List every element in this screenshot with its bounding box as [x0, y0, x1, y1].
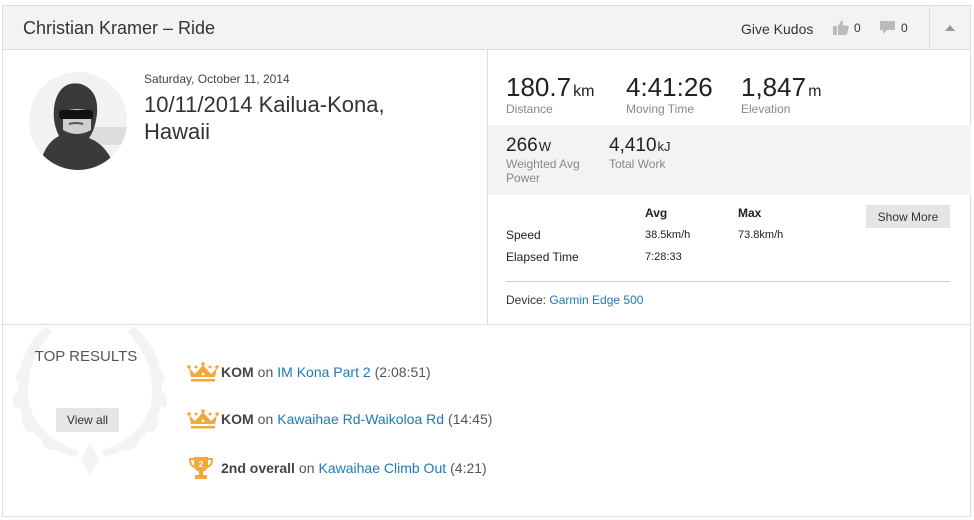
- stat-weighted-power: 266W Weighted Avg Power: [506, 135, 596, 185]
- kudos-count: 0: [854, 20, 861, 35]
- device-info: Device: Garmin Edge 500: [506, 293, 643, 307]
- trophy-icon: 2: [187, 456, 221, 480]
- speed-max: 73.8km/h: [738, 229, 784, 241]
- activity-card: Christian Kramer – Ride Give Kudos 0 0 S…: [2, 5, 971, 517]
- col-header-max: Max: [738, 206, 762, 220]
- show-more-button[interactable]: Show More: [866, 205, 950, 228]
- speed-label: Speed: [506, 228, 541, 242]
- device-link[interactable]: Garmin Edge 500: [549, 293, 643, 307]
- comment-count-button[interactable]: 0: [879, 20, 908, 35]
- work-unit: kJ: [657, 139, 671, 154]
- comment-icon: [880, 21, 895, 34]
- segment-time: (4:21): [450, 460, 487, 476]
- stat-total-work: 4,410kJ Total Work: [609, 135, 671, 171]
- result-item: 2 2nd overall on Kawaihae Climb Out (4:2…: [187, 456, 487, 480]
- segment-link[interactable]: IM Kona Part 2: [277, 364, 370, 380]
- on-text: on: [257, 411, 274, 427]
- power-unit: W: [538, 139, 551, 154]
- activity-date: Saturday, October 11, 2014: [144, 72, 290, 86]
- segment-link[interactable]: Kawaihae Rd-Waikoloa Rd: [277, 411, 444, 427]
- elevation-label: Elevation: [741, 102, 791, 116]
- result-item: KOM on IM Kona Part 2 (2:08:51): [187, 362, 431, 382]
- elapsed-time-avg: 7:28:33: [645, 251, 682, 263]
- moving-time-label: Moving Time: [626, 102, 695, 116]
- thumbs-up-icon: [833, 20, 849, 35]
- trophy-rank: 2: [199, 460, 204, 469]
- achievement-label: KOM: [221, 364, 254, 380]
- view-all-button[interactable]: View all: [56, 408, 119, 432]
- crown-icon: [187, 362, 221, 382]
- distance-unit: km: [573, 83, 595, 100]
- distance-value: 180.7: [506, 72, 572, 102]
- elevation-value: 1,847: [741, 72, 807, 102]
- kudos-count-button[interactable]: 0: [833, 20, 861, 35]
- achievement-label: 2nd overall: [221, 460, 295, 476]
- elevation-unit: m: [808, 83, 822, 100]
- stat-elevation: 1,847 m Elevation: [741, 72, 821, 116]
- comment-count: 0: [901, 20, 908, 35]
- segment-time: (14:45): [448, 411, 493, 427]
- device-label: Device:: [506, 293, 547, 307]
- stat-moving-time: 4:41:26 Moving Time: [626, 72, 713, 116]
- segment-link[interactable]: Kawaihae Climb Out: [319, 460, 447, 476]
- divider: [506, 281, 950, 282]
- col-header-avg: Avg: [645, 206, 668, 220]
- primary-stats: 180.7 km Distance 4:41:26 Moving Time 1,8…: [488, 50, 971, 125]
- caret-up-icon: [945, 25, 955, 31]
- avatar-photo: [29, 72, 127, 170]
- give-kudos-button[interactable]: Give Kudos: [741, 21, 813, 37]
- secondary-stats: 266W Weighted Avg Power 4,410kJ Total Wo…: [488, 125, 971, 195]
- athlete-avatar[interactable]: [29, 72, 127, 170]
- power-value: 266: [506, 135, 538, 156]
- power-label: Weighted Avg Power: [506, 157, 580, 185]
- work-label: Total Work: [609, 157, 666, 171]
- activity-name: 10/11/2014 Kailua-Kona, Hawaii: [144, 92, 385, 144]
- result-item: KOM on Kawaihae Rd-Waikoloa Rd (14:45): [187, 409, 492, 429]
- achievement-label: KOM: [221, 411, 254, 427]
- top-results-title: TOP RESULTS: [34, 348, 138, 365]
- distance-label: Distance: [506, 102, 553, 116]
- stat-distance: 180.7 km Distance: [506, 72, 594, 116]
- on-text: on: [298, 460, 315, 476]
- moving-time-value: 4:41:26: [626, 72, 713, 102]
- on-text: on: [257, 364, 274, 380]
- activity-title: Christian Kramer – Ride: [23, 18, 216, 38]
- speed-avg: 38.5km/h: [645, 229, 691, 241]
- work-value: 4,410: [609, 135, 657, 156]
- more-stats-table: Avg Max Show More Speed 38.5km/h 73.8km/…: [488, 195, 971, 324]
- crown-icon: [187, 409, 221, 429]
- top-results-section: TOP RESULTS View all KOM on IM Kona Part…: [3, 324, 970, 517]
- segment-time: (2:08:51): [374, 364, 431, 380]
- activity-header: Christian Kramer – Ride Give Kudos 0 0: [3, 6, 970, 50]
- stats-panel: 180.7 km Distance 4:41:26 Moving Time 1,8…: [487, 50, 971, 324]
- elapsed-time-label: Elapsed Time: [506, 250, 579, 264]
- collapse-button[interactable]: [929, 6, 970, 49]
